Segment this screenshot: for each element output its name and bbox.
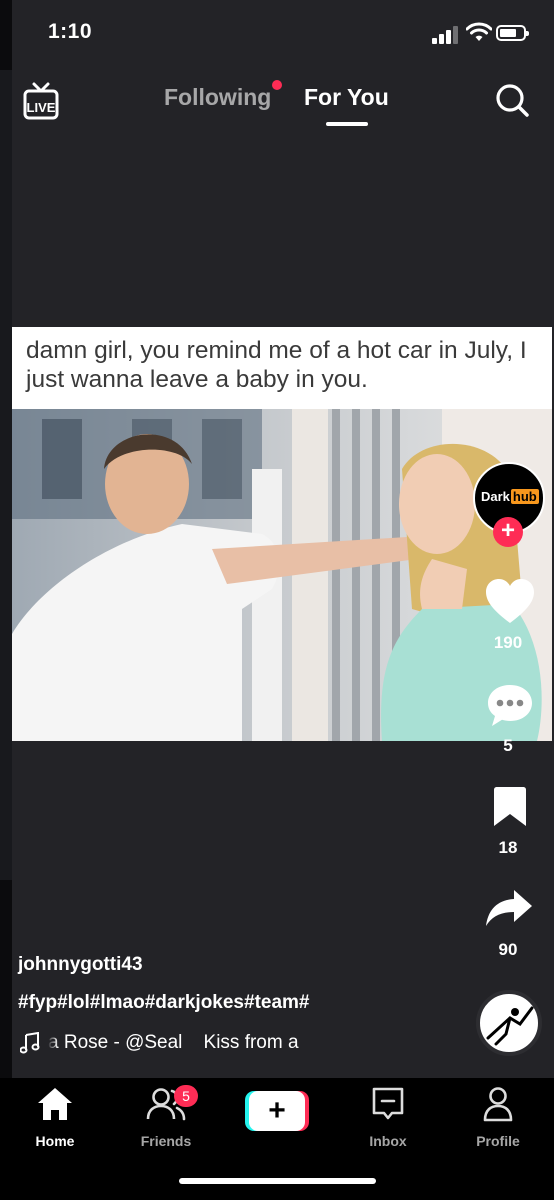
nav-inbox-label: Inbox xyxy=(369,1133,407,1149)
dancer-icon xyxy=(486,1006,534,1046)
music-disc[interactable] xyxy=(476,990,542,1056)
comment-count: 5 xyxy=(503,736,513,755)
previous-screen-edge xyxy=(0,70,12,880)
heart-icon[interactable] xyxy=(484,578,536,626)
live-label: LIVE xyxy=(27,100,56,115)
nav-home-label: Home xyxy=(35,1133,75,1149)
top-nav: LIVE Following For You xyxy=(0,72,554,132)
bookmark-icon[interactable] xyxy=(492,786,528,828)
post-username[interactable]: johnnygotti43 xyxy=(18,954,143,976)
search-icon[interactable] xyxy=(494,82,530,118)
share-count: 90 xyxy=(498,940,518,959)
nav-profile[interactable]: Profile xyxy=(453,1086,543,1149)
signal-icon xyxy=(432,24,460,44)
tab-following[interactable]: Following xyxy=(164,84,271,111)
live-icon[interactable]: LIVE xyxy=(22,80,60,124)
friends-badge: 5 xyxy=(174,1085,198,1107)
profile-icon xyxy=(483,1087,513,1122)
status-time: 1:10 xyxy=(48,20,93,43)
home-icon xyxy=(38,1088,72,1120)
nav-inbox[interactable]: Inbox xyxy=(343,1086,433,1149)
wifi-icon xyxy=(466,22,492,41)
music-marquee[interactable]: a Rose - @Seal Kiss from a xyxy=(48,1032,318,1054)
comment-icon[interactable] xyxy=(486,683,534,729)
home-indicator xyxy=(179,1178,376,1184)
tab-for-you[interactable]: For You xyxy=(304,84,389,111)
following-notification-dot xyxy=(272,80,282,90)
active-tab-indicator xyxy=(326,122,368,126)
music-note-icon xyxy=(20,1032,40,1054)
meme-photo xyxy=(12,409,552,741)
nav-friends-label: Friends xyxy=(140,1133,192,1149)
nav-profile-label: Profile xyxy=(476,1133,520,1149)
like-count: 190 xyxy=(493,633,523,652)
battery-icon xyxy=(496,25,529,41)
save-count: 18 xyxy=(498,838,518,857)
nav-home[interactable]: Home xyxy=(10,1086,100,1149)
plus-icon: + xyxy=(249,1091,305,1131)
creator-logo: Dark hub xyxy=(481,489,539,504)
share-icon[interactable] xyxy=(484,888,534,928)
create-button[interactable]: + xyxy=(245,1091,309,1131)
follow-button[interactable]: + xyxy=(493,517,523,547)
meme-caption: damn girl, you remind me of a hot car in… xyxy=(12,327,552,409)
status-bar: 1:10 xyxy=(0,0,554,70)
post-hashtags[interactable]: #fyp#lol#lmao#darkjokes#team# xyxy=(18,992,310,1014)
inbox-icon xyxy=(372,1087,404,1120)
